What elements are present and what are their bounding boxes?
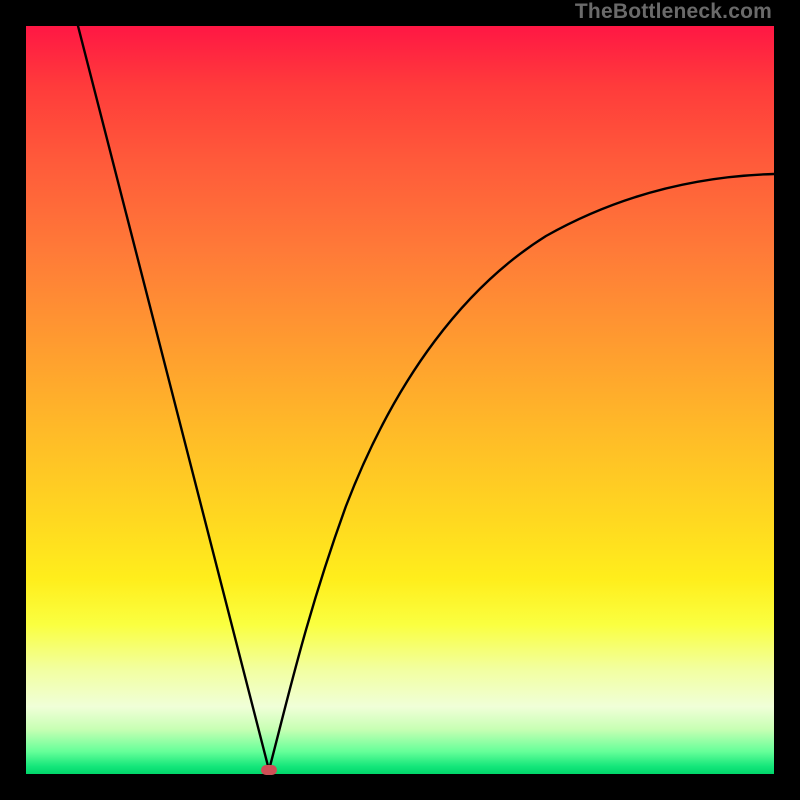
watermark-text: TheBottleneck.com — [575, 0, 772, 24]
optimal-point-marker — [261, 765, 277, 775]
chart-frame: TheBottleneck.com — [0, 0, 800, 800]
bottleneck-curve — [26, 26, 774, 774]
curve-right-branch — [269, 174, 774, 770]
plot-area — [26, 26, 774, 774]
curve-left-branch — [78, 26, 269, 770]
